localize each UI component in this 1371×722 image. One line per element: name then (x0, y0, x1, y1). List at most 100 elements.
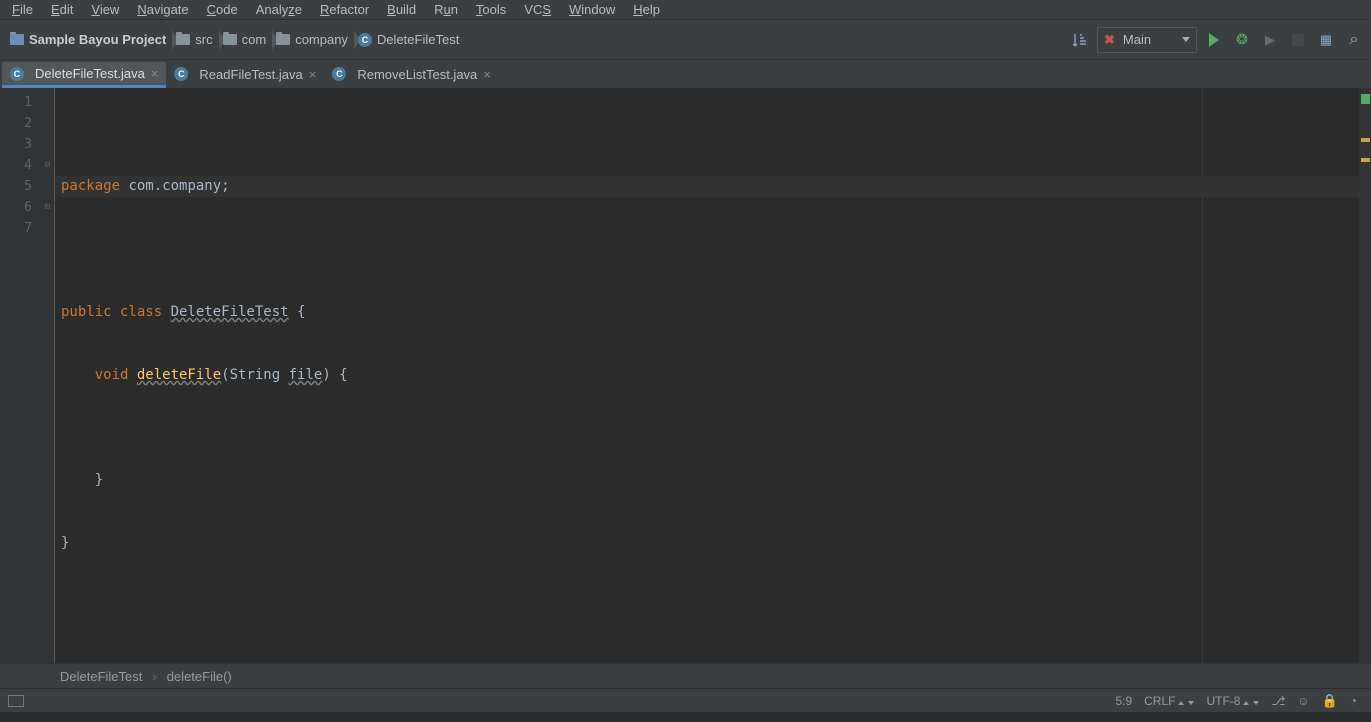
run-config-selector[interactable]: ✖ Main (1097, 27, 1197, 53)
close-icon[interactable]: × (151, 66, 159, 81)
menu-window[interactable]: Window (561, 0, 623, 19)
run-button[interactable] (1203, 29, 1225, 51)
folder-icon (276, 34, 290, 45)
tab-label: ReadFileTest.java (199, 67, 302, 82)
warning-marker[interactable] (1361, 138, 1370, 142)
menu-build[interactable]: Build (379, 0, 424, 19)
code-line: } (61, 533, 1359, 554)
close-icon[interactable]: × (309, 67, 317, 82)
status-label: UTF-8 (1206, 694, 1240, 708)
class-icon: C (332, 67, 346, 81)
crumb-project[interactable]: Sample Bayou Project (6, 27, 172, 53)
code-token: deleteFile (137, 367, 221, 383)
readonly-toggle[interactable]: 🔒 (1316, 693, 1344, 709)
navigation-bar: Sample Bayou Project src com company C De… (0, 20, 1371, 60)
code-area[interactable]: package com.company; public class Delete… (55, 88, 1359, 663)
search-everywhere-button[interactable]: ⌕ (1343, 29, 1365, 51)
menu-refactor[interactable]: Refactor (312, 0, 377, 19)
line-number: 2 (0, 113, 32, 134)
file-encoding[interactable]: UTF-8 (1200, 694, 1265, 708)
status-label: CRLF (1144, 694, 1175, 708)
line-number: 5 (0, 176, 32, 197)
git-branch-button[interactable]: ⎇ (1265, 694, 1291, 708)
line-number: 7 (0, 218, 32, 239)
tab-removelisttest[interactable]: C RemoveListTest.java × (324, 62, 499, 88)
crumb-class[interactable]: C DeleteFileTest (354, 27, 465, 53)
warning-marker[interactable] (1361, 158, 1370, 162)
code-token: { (289, 304, 306, 320)
folder-icon (176, 34, 190, 45)
tab-label: RemoveListTest.java (357, 67, 477, 82)
class-icon: C (10, 67, 24, 81)
menu-navigate[interactable]: Navigate (129, 0, 196, 19)
crumb-com[interactable]: com (219, 27, 273, 53)
tab-deletefiletest[interactable]: C DeleteFileTest.java × (2, 62, 166, 88)
crumb-label: company (295, 32, 348, 47)
menu-edit[interactable]: Edit (43, 0, 81, 19)
crumb-company[interactable]: company (272, 27, 354, 53)
analysis-ok-icon (1361, 94, 1370, 104)
tab-readfiletest[interactable]: C ReadFileTest.java × (166, 62, 324, 88)
tab-label: DeleteFileTest.java (35, 66, 145, 81)
menu-analyze[interactable]: Analyze (248, 0, 310, 19)
crumb-label: DeleteFileTest (377, 32, 459, 47)
menu-run[interactable]: Run (426, 0, 466, 19)
menu-tools[interactable]: Tools (468, 0, 514, 19)
error-icon: ✖ (1104, 32, 1115, 48)
branch-icon: ⎇ (1271, 694, 1285, 708)
editor-tabs: C DeleteFileTest.java × C ReadFileTest.java… (0, 60, 1371, 88)
breadcrumb-class[interactable]: DeleteFileTest (60, 669, 142, 684)
menu-help[interactable]: Help (625, 0, 668, 19)
meter-icon: ◔ (1350, 694, 1357, 708)
memory-indicator[interactable]: ◔ (1344, 694, 1363, 708)
code-line: } (61, 470, 1359, 491)
search-icon: ⌕ (1350, 31, 1359, 49)
bug-icon: ❂ (1236, 31, 1248, 48)
line-number: 6 (0, 197, 32, 218)
line-number: 4 (0, 155, 32, 176)
project-icon (10, 34, 24, 45)
debug-button[interactable]: ❂ (1231, 29, 1253, 51)
crumb-project-label: Sample Bayou Project (29, 32, 166, 47)
breadcrumb-method[interactable]: deleteFile() (167, 669, 232, 684)
toolwindow-toggle-icon[interactable] (8, 695, 24, 707)
menu-bar: File Edit View Navigate Code Analyze Ref… (0, 0, 1371, 20)
line-separator[interactable]: CRLF (1138, 694, 1200, 708)
menu-view[interactable]: View (83, 0, 127, 19)
gutter[interactable]: 1 2 3 4 5 6 7 ⊟ ⊡ (0, 88, 55, 663)
editor: 1 2 3 4 5 6 7 ⊟ ⊡ package com.company; p… (0, 88, 1371, 663)
crumb-label: com (242, 32, 267, 47)
crumb-src[interactable]: src (172, 27, 218, 53)
build-project-button[interactable] (1069, 29, 1091, 51)
run-config-label: Main (1123, 32, 1151, 47)
crumb-label: src (195, 32, 212, 47)
code-token: file (289, 367, 323, 383)
class-icon: C (174, 67, 188, 81)
project-structure-button[interactable]: ▦ (1315, 29, 1337, 51)
stop-button[interactable] (1287, 29, 1309, 51)
coverage-button[interactable]: ▶ (1259, 29, 1281, 51)
error-stripe[interactable] (1359, 88, 1371, 663)
class-icon: C (358, 33, 372, 47)
chevron-down-icon (1182, 37, 1190, 42)
play-icon (1209, 33, 1219, 47)
line-number: 3 (0, 134, 32, 155)
cursor-position[interactable]: 5:9 (1109, 694, 1138, 708)
code-token: void (61, 367, 137, 383)
folder-icon (223, 34, 237, 45)
chevron-right-icon: › (152, 669, 156, 684)
menu-code[interactable]: Code (199, 0, 246, 19)
code-token: package (61, 178, 120, 194)
updown-icon (1243, 694, 1259, 708)
toolbar-right: ✖ Main ❂ ▶ ▦ ⌕ (1069, 27, 1365, 53)
structure-breadcrumbs: DeleteFileTest › deleteFile() (0, 663, 1371, 688)
code-token: DeleteFileTest (171, 304, 289, 320)
line-number: 1 (0, 92, 32, 113)
menu-vcs[interactable]: VCS (516, 0, 559, 19)
hector-icon: ☺ (1297, 694, 1309, 708)
menu-file[interactable]: File (4, 0, 41, 19)
fold-open-icon[interactable]: ⊟ (45, 155, 50, 176)
inspections-button[interactable]: ☺ (1291, 694, 1315, 708)
fold-close-icon[interactable]: ⊡ (45, 197, 50, 218)
close-icon[interactable]: × (483, 67, 491, 82)
